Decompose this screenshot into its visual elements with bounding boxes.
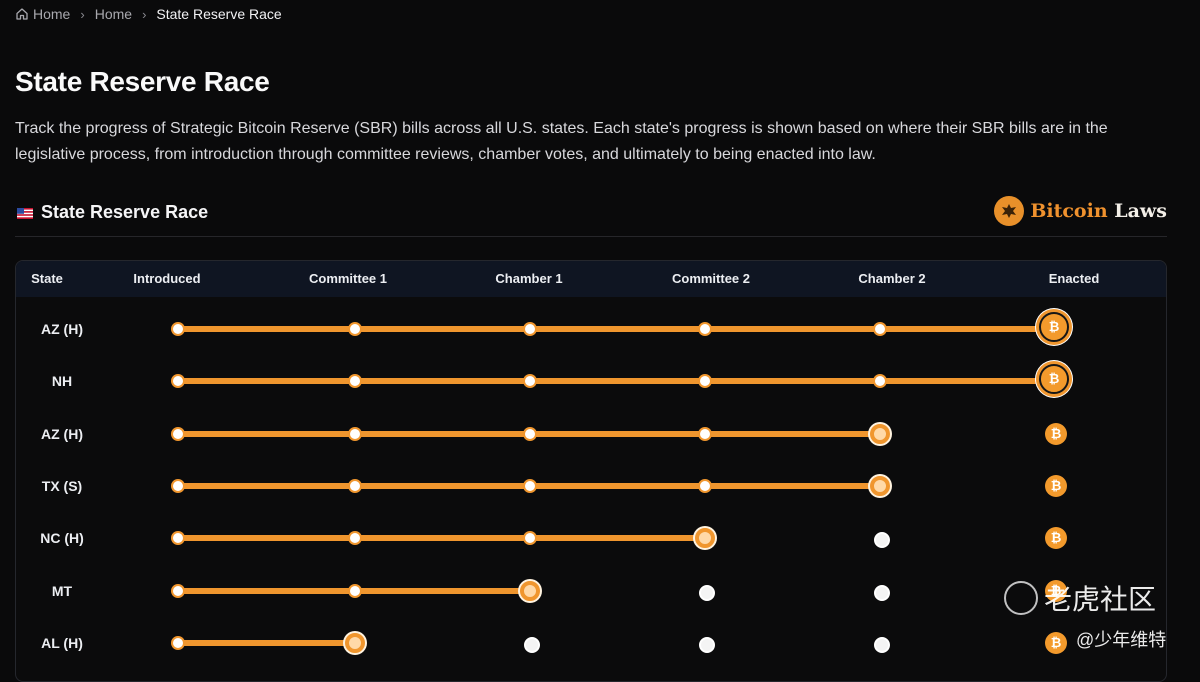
bitcoin-icon: ₿ xyxy=(1039,364,1069,395)
table-row[interactable]: MT ₿ xyxy=(16,565,1166,617)
stage-node-complete xyxy=(348,322,362,336)
column-header: Committee 2 xyxy=(671,271,751,286)
stage-node-complete xyxy=(698,478,712,493)
stage-node-complete xyxy=(523,478,537,493)
progress-track xyxy=(178,639,355,646)
stage-node-pending xyxy=(874,532,890,549)
stage-node-complete xyxy=(523,426,537,441)
page-description: Track the progress of Strategic Bitcoin … xyxy=(15,120,1108,163)
stage-node-complete xyxy=(523,322,537,336)
stage-node-complete xyxy=(348,426,362,441)
column-header: Chamber 2 xyxy=(858,271,926,286)
logo-text-laws: Laws xyxy=(1114,200,1167,222)
stage-node-complete xyxy=(171,583,185,598)
logo-text-bitcoin: Bitcoin xyxy=(1030,200,1108,222)
bitcoin-icon: ₿ xyxy=(1045,631,1067,654)
page-title: State Reserve Race xyxy=(15,66,270,97)
progress-track xyxy=(178,535,705,542)
bitcoin-icon: ₿ xyxy=(1039,312,1069,342)
stage-node-complete xyxy=(698,426,712,441)
stage-node-current xyxy=(520,580,540,601)
stage-node-complete xyxy=(523,374,537,389)
stage-node-complete xyxy=(171,635,185,650)
us-flag-icon xyxy=(17,208,33,219)
column-header: Introduced xyxy=(133,271,201,286)
stage-node-complete xyxy=(348,478,362,493)
stage-node-complete xyxy=(348,374,362,389)
breadcrumb-home[interactable]: Home xyxy=(15,6,70,22)
eagle-seal-icon xyxy=(994,196,1025,226)
bitcoin-icon: ₿ xyxy=(1045,579,1067,602)
stage-node-complete xyxy=(171,322,185,336)
state-label: AL (H) xyxy=(41,634,83,651)
table-row[interactable]: AZ (H) ₿ xyxy=(16,303,1166,355)
stage-node-complete xyxy=(348,531,362,546)
table-row[interactable]: TX (S) ₿ xyxy=(16,460,1166,512)
stage-node-complete xyxy=(171,374,185,389)
table-row[interactable]: AZ (H) ₿ xyxy=(16,408,1166,460)
column-header: Committee 1 xyxy=(308,271,388,286)
stage-node-complete xyxy=(698,374,712,389)
stage-node-current xyxy=(695,528,715,549)
progress-track xyxy=(178,378,1056,385)
state-label: NC (H) xyxy=(40,530,84,547)
bitcoin-laws-logo[interactable]: Bitcoin Laws xyxy=(994,196,1167,226)
stage-node-complete xyxy=(698,322,712,336)
chevron-right-icon: › xyxy=(80,6,85,22)
stage-node-complete xyxy=(171,478,185,493)
stage-node-current xyxy=(870,475,890,496)
breadcrumb-home-label: Home xyxy=(33,6,71,22)
stage-node-pending xyxy=(874,584,890,601)
state-race-table: State Introduced Committee 1 Chamber 1 Commi… xyxy=(15,260,1167,682)
stage-node-complete xyxy=(348,583,362,598)
state-label: AZ (H) xyxy=(41,425,83,442)
breadcrumb: Home › Home › State Reserve Race xyxy=(15,5,282,23)
home-icon xyxy=(15,7,29,21)
table-row[interactable]: NH ₿ xyxy=(16,355,1166,407)
column-header: State xyxy=(31,271,63,286)
stage-node-current xyxy=(345,632,365,653)
column-header: Chamber 1 xyxy=(495,271,563,286)
stage-node-complete xyxy=(873,374,887,389)
chevron-right-icon: › xyxy=(142,6,147,22)
stage-node-pending xyxy=(524,636,540,653)
table-row[interactable]: NC (H) ₿ xyxy=(16,512,1166,564)
progress-track xyxy=(178,326,1056,332)
section-title: State Reserve Race xyxy=(41,202,209,222)
state-label: NH xyxy=(51,373,73,390)
stage-node-complete xyxy=(523,531,537,546)
state-label: MT xyxy=(51,582,73,599)
stage-node-complete xyxy=(873,322,887,336)
column-header: Enacted xyxy=(1048,271,1100,286)
state-label: TX (S) xyxy=(41,477,83,494)
bitcoin-icon: ₿ xyxy=(1045,422,1067,445)
stage-node-current xyxy=(870,423,890,444)
table-row[interactable]: AL (H) ₿ xyxy=(16,617,1166,669)
stage-node-complete xyxy=(171,426,185,441)
bitcoin-icon: ₿ xyxy=(1045,474,1067,497)
stage-node-pending xyxy=(874,636,890,653)
state-label: AZ (H) xyxy=(41,321,83,337)
breadcrumb-home-2[interactable]: Home xyxy=(95,6,132,22)
breadcrumb-current: State Reserve Race xyxy=(156,6,282,22)
stage-node-complete xyxy=(171,531,185,546)
bitcoin-icon: ₿ xyxy=(1045,527,1067,550)
table-header: State Introduced Committee 1 Chamber 1 Commi… xyxy=(16,261,1166,297)
section-header: State Reserve Race Bitcoin Laws xyxy=(15,196,1167,237)
stage-node-pending xyxy=(699,636,715,653)
stage-node-pending xyxy=(699,584,715,601)
